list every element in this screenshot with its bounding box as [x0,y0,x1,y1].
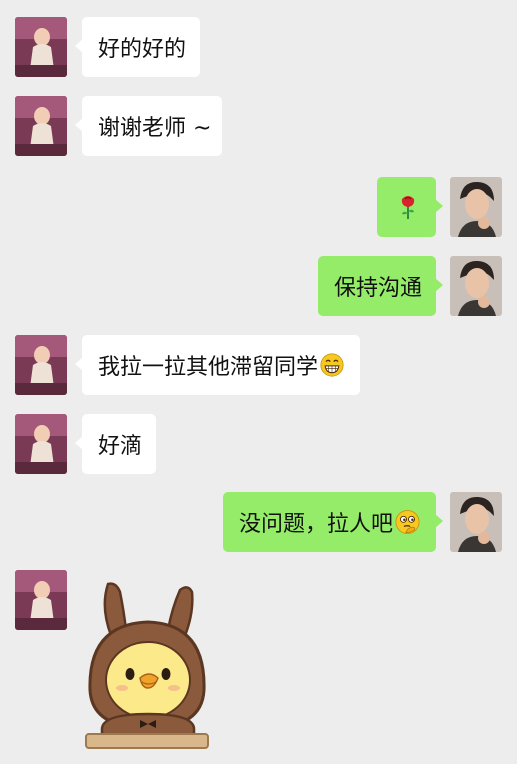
grin-emoji-icon [320,351,344,379]
message-bubble-sent[interactable]: 没问题，拉人吧 [223,492,443,552]
contact-avatar[interactable] [15,17,67,77]
duck-in-bear-costume-sticker[interactable] [82,578,212,750]
contact-avatar[interactable] [15,335,67,395]
user-avatar[interactable] [450,256,502,316]
message-bubble-received[interactable]: 我拉一拉其他滞留同学 [75,335,360,395]
message-bubble-received[interactable]: 好滴 [75,414,156,474]
contact-avatar[interactable] [15,96,67,156]
message-text: 没问题，拉人吧 [239,512,394,537]
rose-icon [394,193,422,221]
user-avatar[interactable] [450,492,502,552]
contact-avatar[interactable] [15,414,67,474]
thinking-emoji-icon [395,508,420,536]
message-bubble-received[interactable]: 好的好的 [75,17,200,77]
message-bubble-sent[interactable] [377,177,443,237]
user-avatar[interactable] [450,177,502,237]
message-bubble-received[interactable]: 谢谢老师 ~ [75,96,222,156]
message-text: 谢谢老师 ~ [98,116,212,141]
message-text: 好的好的 [98,37,187,62]
message-bubble-sent[interactable]: 保持沟通 [318,256,443,316]
message-text: 好滴 [98,434,143,459]
contact-avatar[interactable] [15,570,67,630]
chat-message-list: 好的好的 谢谢老师 ~ 保持沟通 我拉一拉其他滞留同学 好滴 没问题，拉人吧 [0,0,517,764]
message-text: 保持沟通 [334,276,423,301]
message-text: 我拉一拉其他滞留同学 [98,355,319,380]
